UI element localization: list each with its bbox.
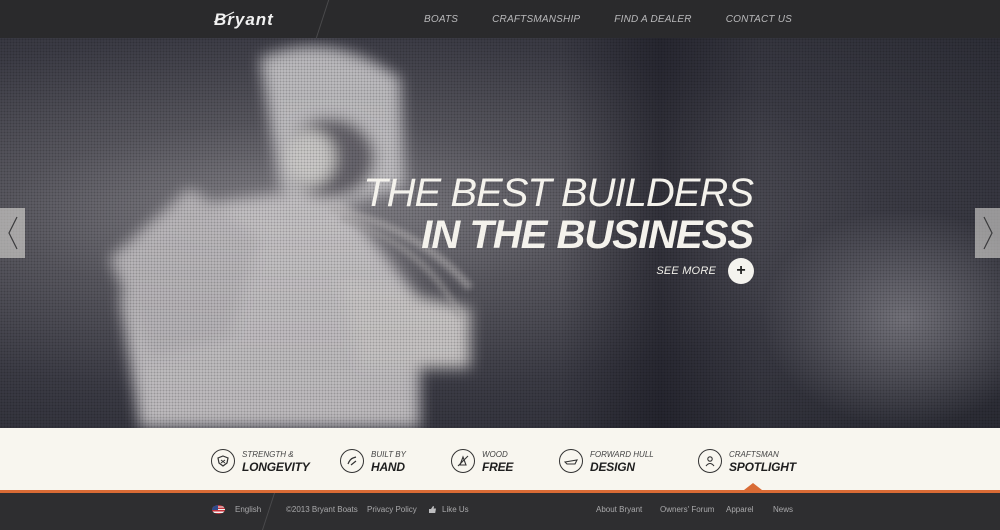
hero-banner: THE BEST BUILDERS IN THE BUSINESS SEE MO…: [0, 38, 1000, 428]
feature-big-label: HAND: [371, 460, 405, 474]
like-us-label: Like Us: [442, 505, 469, 514]
bryant-logo[interactable]: Bryant: [212, 9, 312, 29]
main-nav: BOATS CRAFTSMANSHIP FIND A DEALER CONTAC…: [424, 0, 792, 38]
slider-prev-button[interactable]: [0, 208, 25, 258]
feature-craftsman-spotlight[interactable]: CRAFTSMAN SPOTLIGHT: [698, 447, 796, 475]
nav-contact-us[interactable]: CONTACT US: [726, 14, 792, 25]
like-us-link[interactable]: Like Us: [428, 505, 469, 514]
site-footer: English ©2013 Bryant Boats Privacy Polic…: [0, 493, 1000, 530]
shield-icon: [211, 449, 235, 473]
chevron-left-icon: [7, 216, 18, 250]
language-label: English: [235, 505, 262, 514]
see-more-label: SEE MORE: [656, 265, 716, 277]
feature-wood-free[interactable]: WOOD FREE: [451, 447, 513, 475]
feature-strength-longevity[interactable]: STRENGTH & LONGEVITY: [211, 447, 310, 475]
feature-big-label: DESIGN: [590, 460, 635, 474]
see-more-button[interactable]: SEE MORE +: [656, 258, 754, 284]
language-selector[interactable]: English: [212, 505, 261, 514]
copyright-text: ©2013 Bryant Boats: [286, 505, 358, 514]
active-feature-indicator: [744, 483, 762, 490]
header-divider: [315, 0, 330, 38]
feature-big-label: FREE: [482, 460, 514, 474]
craftsman-icon: [698, 449, 722, 473]
nav-find-a-dealer[interactable]: FIND A DEALER: [614, 14, 691, 25]
hull-icon: [559, 449, 583, 473]
hand-icon: [340, 449, 364, 473]
us-flag-icon: [212, 505, 225, 514]
privacy-policy-link[interactable]: Privacy Policy: [367, 505, 417, 514]
svg-text:Bryant: Bryant: [214, 10, 274, 29]
features-bar: STRENGTH & LONGEVITY BUILT BY HAND WOOD …: [0, 428, 1000, 490]
thumbs-up-icon: [429, 506, 436, 513]
headline-line2: IN THE BUSINESS: [421, 213, 754, 257]
slider-next-button[interactable]: [975, 208, 1000, 258]
nav-craftsmanship[interactable]: CRAFTSMANSHIP: [492, 14, 580, 25]
chevron-right-icon: [982, 216, 993, 250]
plus-icon: +: [728, 258, 754, 284]
feature-big-label: SPOTLIGHT: [729, 460, 796, 474]
feature-forward-hull-design[interactable]: FORWARD HULL DESIGN: [559, 447, 654, 475]
headline-line1: THE BEST BUILDERS: [363, 171, 754, 215]
hero-headline: THE BEST BUILDERS IN THE BUSINESS: [363, 171, 754, 257]
site-header: Bryant BOATS CRAFTSMANSHIP FIND A DEALER…: [0, 0, 1000, 38]
footer-link-apparel[interactable]: Apparel: [726, 505, 754, 514]
nav-boats[interactable]: BOATS: [424, 14, 458, 25]
feature-built-by-hand[interactable]: BUILT BY HAND: [340, 447, 406, 475]
footer-link-about[interactable]: About Bryant: [596, 505, 642, 514]
feature-big-label: LONGEVITY: [242, 460, 310, 474]
no-wood-icon: [451, 449, 475, 473]
footer-divider: [261, 493, 276, 530]
footer-link-owners-forum[interactable]: Owners' Forum: [660, 505, 714, 514]
footer-link-news[interactable]: News: [773, 505, 793, 514]
